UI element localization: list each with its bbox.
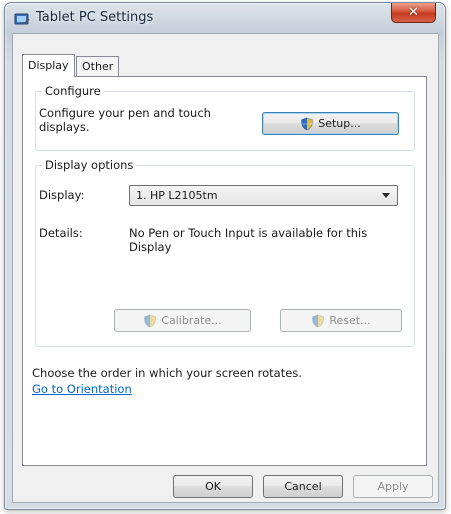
- uac-shield-icon: [300, 117, 314, 131]
- display-select-value: 1. HP L2105tm: [136, 189, 218, 202]
- reset-button[interactable]: Reset...: [280, 309, 402, 332]
- tab-other[interactable]: Other: [76, 56, 120, 77]
- configure-group: Configure Configure your pen and touch d…: [35, 84, 415, 151]
- cancel-button[interactable]: Cancel: [263, 475, 343, 498]
- ok-button-label: OK: [205, 480, 221, 493]
- reset-button-label: Reset...: [329, 314, 371, 327]
- tab-display[interactable]: Display: [22, 54, 75, 77]
- display-select[interactable]: 1. HP L2105tm: [129, 185, 398, 206]
- window-title: Tablet PC Settings: [36, 10, 154, 25]
- display-tab-panel: Configure Configure your pen and touch d…: [22, 76, 427, 466]
- setup-button-label: Setup...: [318, 117, 361, 130]
- apply-button[interactable]: Apply: [353, 475, 433, 498]
- display-options-group-label: Display options: [42, 158, 137, 172]
- display-label: Display:: [39, 188, 85, 202]
- uac-shield-icon: [311, 314, 325, 328]
- chevron-down-icon: [382, 193, 390, 198]
- details-label: Details:: [39, 226, 83, 240]
- tablet-pc-settings-window: Tablet PC Settings ✕ Display Other Confi…: [4, 2, 446, 510]
- setup-button[interactable]: Setup...: [262, 112, 399, 135]
- close-icon: ✕: [408, 5, 419, 20]
- dialog-body: Display Other Configure Configure your p…: [12, 33, 439, 503]
- go-to-orientation-link[interactable]: Go to Orientation: [32, 382, 132, 396]
- ok-button[interactable]: OK: [173, 475, 253, 498]
- configure-description: Configure your pen and touch displays.: [39, 106, 211, 134]
- calibrate-button-label: Calibrate...: [161, 314, 222, 327]
- configure-group-label: Configure: [42, 84, 104, 98]
- display-options-group: Display options Display: 1. HP L2105tm D…: [35, 158, 415, 347]
- orientation-text: Choose the order in which your screen ro…: [32, 366, 302, 380]
- close-button[interactable]: ✕: [391, 3, 436, 23]
- title-bar[interactable]: Tablet PC Settings ✕: [5, 3, 445, 33]
- apply-button-label: Apply: [377, 480, 409, 493]
- details-value: No Pen or Touch Input is available for t…: [129, 226, 368, 254]
- uac-shield-icon: [143, 314, 157, 328]
- cancel-button-label: Cancel: [284, 480, 322, 493]
- calibrate-button[interactable]: Calibrate...: [114, 309, 251, 332]
- tablet-pc-icon: [14, 12, 30, 26]
